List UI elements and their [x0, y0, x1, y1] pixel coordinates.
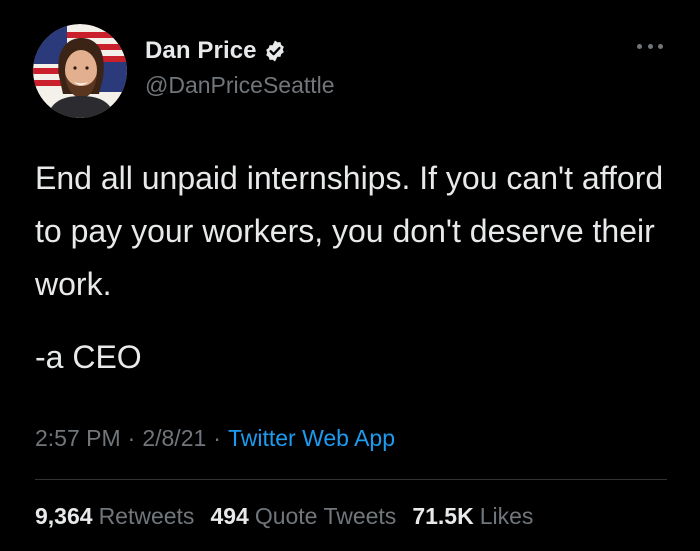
tweet-meta: 2:57 PM · 2/8/21 · Twitter Web App: [35, 425, 395, 452]
quote-tweets-stat[interactable]: 494 Quote Tweets: [210, 503, 396, 530]
avatar[interactable]: [33, 24, 127, 118]
meta-separator: ·: [127, 425, 136, 451]
verified-badge-icon: [263, 39, 287, 63]
retweets-label: Retweets: [98, 503, 195, 529]
author-display-name[interactable]: Dan Price: [145, 37, 257, 65]
tweet-time[interactable]: 2:57 PM: [35, 425, 121, 452]
tweet-text: End all unpaid internships. If you can't…: [35, 160, 664, 302]
likes-label: Likes: [479, 503, 534, 529]
author-name-row[interactable]: Dan Price: [145, 36, 287, 66]
more-options-icon[interactable]: [637, 40, 663, 52]
quote-tweets-count: 494: [210, 503, 249, 529]
tweet-stats: 9,364 Retweets 494 Quote Tweets 71.5K Likes: [35, 503, 549, 530]
tweet-card: Dan Price @DanPriceSeattle End all unpai…: [0, 0, 700, 551]
tweet-source-link[interactable]: Twitter Web App: [228, 425, 395, 452]
tweet-date[interactable]: 2/8/21: [142, 425, 206, 452]
likes-stat[interactable]: 71.5K Likes: [412, 503, 533, 530]
avatar-image: [33, 24, 127, 118]
tweet-signature: -a CEO: [35, 339, 142, 375]
retweets-count: 9,364: [35, 503, 93, 529]
quote-tweets-label: Quote Tweets: [254, 503, 397, 529]
author-handle[interactable]: @DanPriceSeattle: [145, 72, 335, 99]
meta-separator: ·: [213, 425, 221, 451]
retweets-stat[interactable]: 9,364 Retweets: [35, 503, 194, 530]
likes-count: 71.5K: [412, 503, 474, 529]
divider: [35, 479, 667, 480]
